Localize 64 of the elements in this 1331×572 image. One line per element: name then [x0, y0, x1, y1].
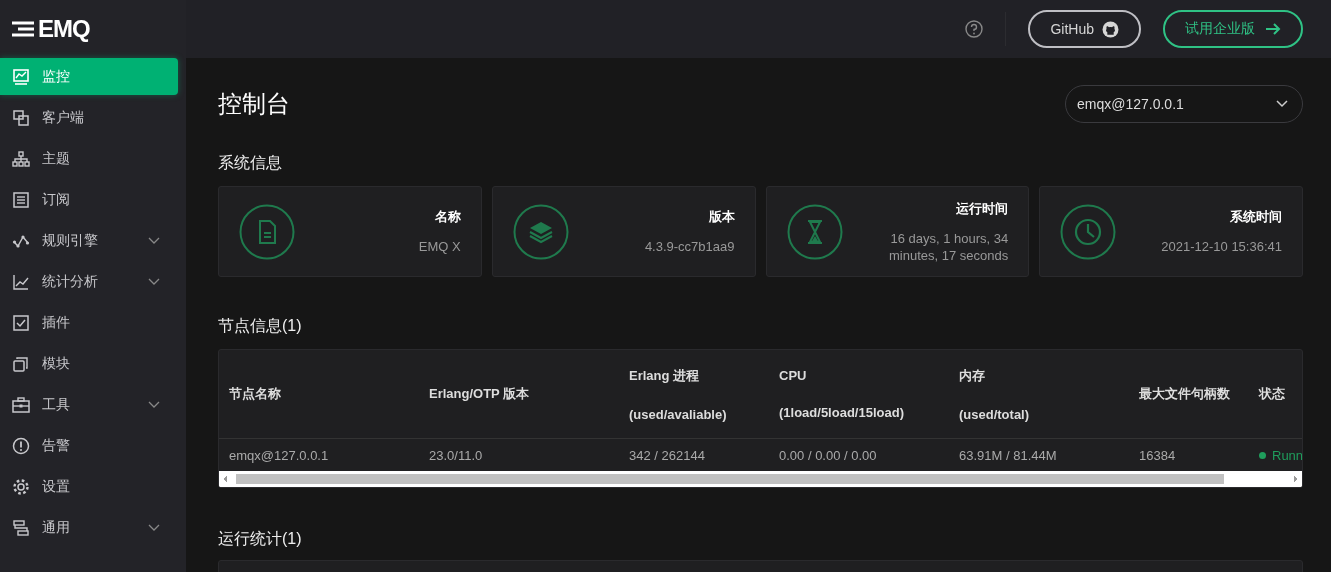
card-label: 系统时间	[1230, 208, 1282, 226]
section-title: 系统信息	[218, 153, 283, 173]
sidebar-item[interactable]: 工具	[0, 386, 178, 423]
table-cell-text: 342 / 262144	[628, 446, 706, 465]
logo-icon	[10, 20, 36, 38]
column-header: CPU (1load/5load/15load)	[769, 350, 949, 439]
sidebar-item[interactable]: 设置	[0, 468, 178, 505]
layers-icon	[512, 203, 569, 260]
sidebar-item[interactable]: 客户端	[0, 99, 178, 136]
column-header: 内存 (used/total)	[949, 350, 1129, 439]
table-cell-text: 16384	[1138, 446, 1177, 465]
windows-icon	[12, 108, 30, 127]
table-cell-text: 0.00 / 0.00 / 0.00	[778, 446, 878, 465]
table-cell-text: emqx@127.0.0.1	[228, 446, 330, 465]
chevron-down-icon	[1276, 100, 1288, 108]
blocks-icon	[12, 518, 30, 537]
sidebar-item[interactable]: 主题	[0, 140, 178, 177]
sidebar-item[interactable]: 订阅	[0, 181, 178, 218]
table-cell-text: 63.91M / 81.44M	[958, 446, 1058, 465]
column-header: 最大文件句柄数	[1129, 350, 1249, 439]
card-value: EMQ X	[418, 238, 461, 255]
hierarchy-icon	[12, 149, 30, 168]
list-icon	[12, 190, 30, 209]
sidebar-item[interactable]: 统计分析	[0, 263, 178, 300]
table-cell-text: 23.0/11.0	[428, 446, 484, 465]
line-chart-icon	[12, 272, 30, 291]
github-icon	[1102, 20, 1119, 38]
card-value: 2021-12-10 15:36:41	[1161, 238, 1282, 255]
arrow-right-icon	[1265, 23, 1281, 35]
card-label: 运行时间	[956, 199, 1009, 218]
chart-icon	[12, 67, 30, 86]
hourglass-icon	[786, 203, 843, 260]
card-value: 16 days, 1 hours, 34 minutes, 17 seconds	[888, 229, 1009, 264]
copy-icon	[12, 354, 30, 373]
chevron-down-icon	[148, 523, 160, 532]
column-header: 节点名称	[219, 350, 419, 439]
card-value: 4.3.9-cc7b1aa9	[644, 238, 735, 255]
column-header: Erlang 进程 (used/avaliable)	[619, 350, 769, 439]
help-icon	[965, 20, 984, 38]
status-text: Runn	[1272, 447, 1302, 463]
settings-icon	[12, 477, 30, 496]
sidebar-item[interactable]: 规则引擎	[0, 222, 178, 259]
document-icon	[239, 203, 295, 260]
logo-text: EMQ	[38, 15, 90, 43]
alert-icon	[12, 436, 30, 455]
trial-button[interactable]: 试用企业版	[1163, 10, 1303, 48]
github-button[interactable]: GitHub	[1028, 10, 1141, 48]
section-title: 运行统计(1)	[218, 529, 303, 549]
toolbox-icon	[12, 395, 30, 414]
chevron-down-icon	[148, 236, 160, 245]
card-label: 版本	[708, 208, 735, 226]
sidebar-item[interactable]: 模块	[0, 345, 178, 382]
chevron-down-icon	[148, 277, 160, 286]
chevron-down-icon	[148, 400, 160, 409]
sidebar-item[interactable]: 插件	[0, 304, 178, 341]
card-label: 名称	[434, 208, 461, 226]
checkbox-icon	[12, 313, 30, 332]
section-title: 节点信息(1)	[218, 316, 303, 336]
column-header: 状态	[1249, 350, 1302, 439]
column-header: Erlang/OTP 版本	[419, 350, 619, 439]
page-title: 控制台	[218, 89, 290, 119]
sidebar-item[interactable]: 通用	[0, 509, 178, 546]
sidebar-item[interactable]: 告警	[0, 427, 178, 464]
clock-icon	[1060, 203, 1117, 260]
